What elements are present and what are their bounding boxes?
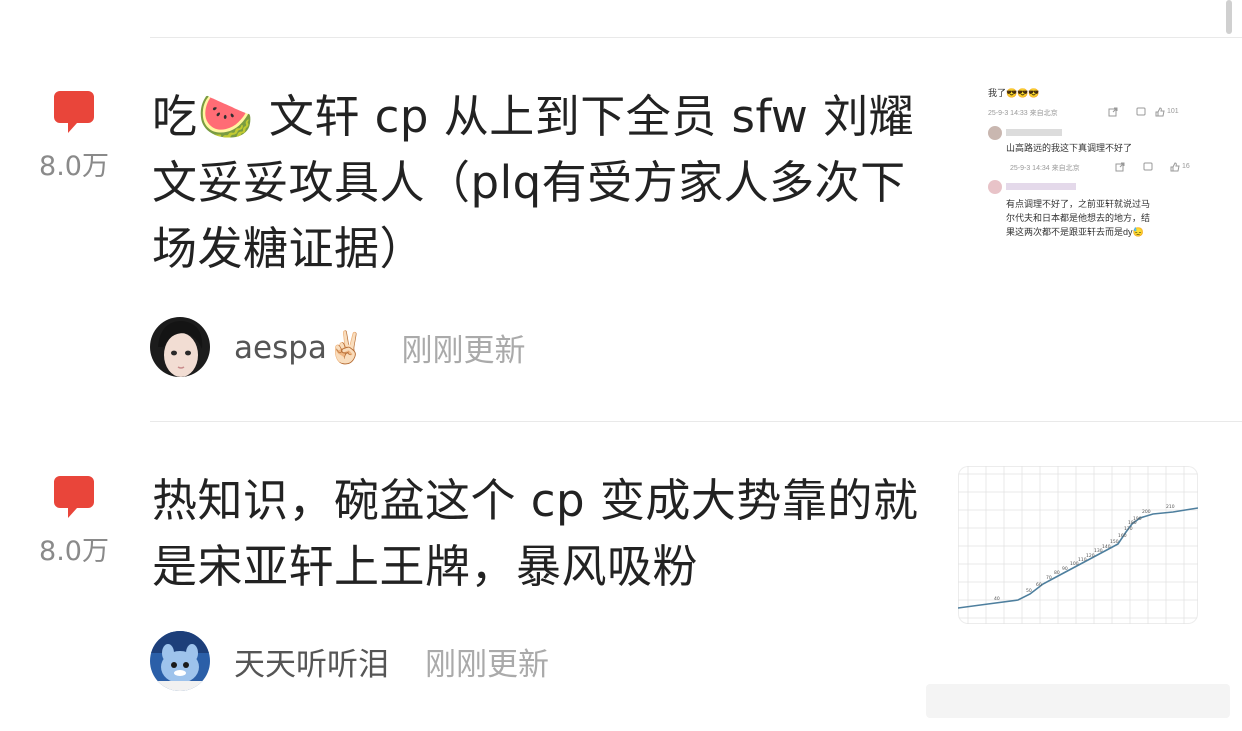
thumb-meta: 25-9-3 14:34 来自北京 (1010, 165, 1080, 172)
thumb-point-label: 90 (1062, 566, 1068, 572)
thumb-header: 我了😎😎😎 (988, 88, 1040, 98)
thumb-point-label: 210 (1166, 504, 1175, 510)
thumb-point-label: 50 (1026, 588, 1032, 594)
share-icon (1115, 162, 1125, 172)
blurred-username (1006, 129, 1062, 136)
comment-avatar (988, 180, 1002, 194)
thumb-point-label: 160 (1118, 533, 1127, 539)
post-title[interactable]: 吃🍉 文轩 cp 从上到下全员 sfw 刘耀文妥妥攻具人（plq有受方家人多次下… (152, 84, 942, 282)
thumb-meta: 25-9-3 14:33 来自北京 (988, 110, 1058, 117)
growth-chart-image: 4050607080901001101201301401501601701801… (958, 466, 1198, 624)
share-icon (1108, 107, 1118, 117)
thumb-point-label: 60 (1036, 582, 1042, 588)
post-meta: 天天听听泪 刚刚更新 (150, 631, 549, 691)
like-icon (1155, 107, 1165, 117)
comment-avatar (988, 126, 1002, 140)
scrollbar-thumb[interactable] (1226, 0, 1232, 34)
thumb-point-label: 190 (1133, 516, 1142, 522)
thumb-point-label: 150 (1110, 539, 1119, 545)
thumb-point-label: 200 (1142, 509, 1151, 515)
update-time: 刚刚更新 (401, 332, 526, 369)
post-thumbnail[interactable]: 40 50 60 70 80 90 100 110 120 130 140 150 160 170 180 1… (958, 466, 1198, 624)
divider (150, 37, 1242, 38)
thumb-reply: 尔代夫和日本都是他想去的地方，结 (1006, 213, 1151, 223)
thumb-likes: 16 (1182, 163, 1190, 170)
author-name[interactable]: aespa✌🏻 (234, 329, 366, 366)
divider (150, 421, 1242, 422)
heat-indicator: 8.0万 (28, 475, 120, 568)
thumb-likes: 101 (1167, 108, 1179, 115)
post-thumbnail[interactable]: 我了😎😎😎 25-9-3 14:33 来自北京 101 山高路远的我这下真调理不… (958, 80, 1198, 238)
thumb-point-label: 70 (1046, 575, 1052, 581)
like-icon (1170, 162, 1180, 172)
home-indicator (926, 684, 1230, 718)
update-time: 刚刚更新 (425, 646, 549, 683)
heat-indicator: 8.0万 (28, 90, 120, 183)
post-title[interactable]: 热知识，碗盆这个 cp 变成大势靠的就是宋亚轩上王牌，暴风吸粉 (152, 468, 942, 600)
heat-bubble-icon (54, 476, 94, 518)
comment-icon (1143, 162, 1153, 171)
thumb-reply: 果这两次都不是跟亚轩去而是dy😓 (1006, 227, 1144, 237)
thumb-point-label: 40 (994, 596, 1000, 602)
heat-bubble-icon (54, 91, 94, 133)
post-meta: aespa✌🏻 刚刚更新 (150, 317, 526, 377)
author-name[interactable]: 天天听听泪 (234, 639, 389, 684)
blurred-username (1006, 183, 1076, 190)
thumb-point-label: 80 (1054, 570, 1060, 576)
avatar[interactable] (150, 317, 210, 377)
thumb-point-label: 170 (1124, 526, 1133, 532)
heat-count: 8.0万 (39, 151, 109, 182)
thumb-reply: 山高路远的我这下真调理不好了 (1006, 143, 1133, 153)
comment-icon (1136, 107, 1146, 116)
avatar[interactable] (150, 631, 210, 691)
thumb-reply: 有点调理不好了，之前亚轩就说过马 (1006, 199, 1151, 209)
heat-count: 8.0万 (39, 536, 109, 567)
